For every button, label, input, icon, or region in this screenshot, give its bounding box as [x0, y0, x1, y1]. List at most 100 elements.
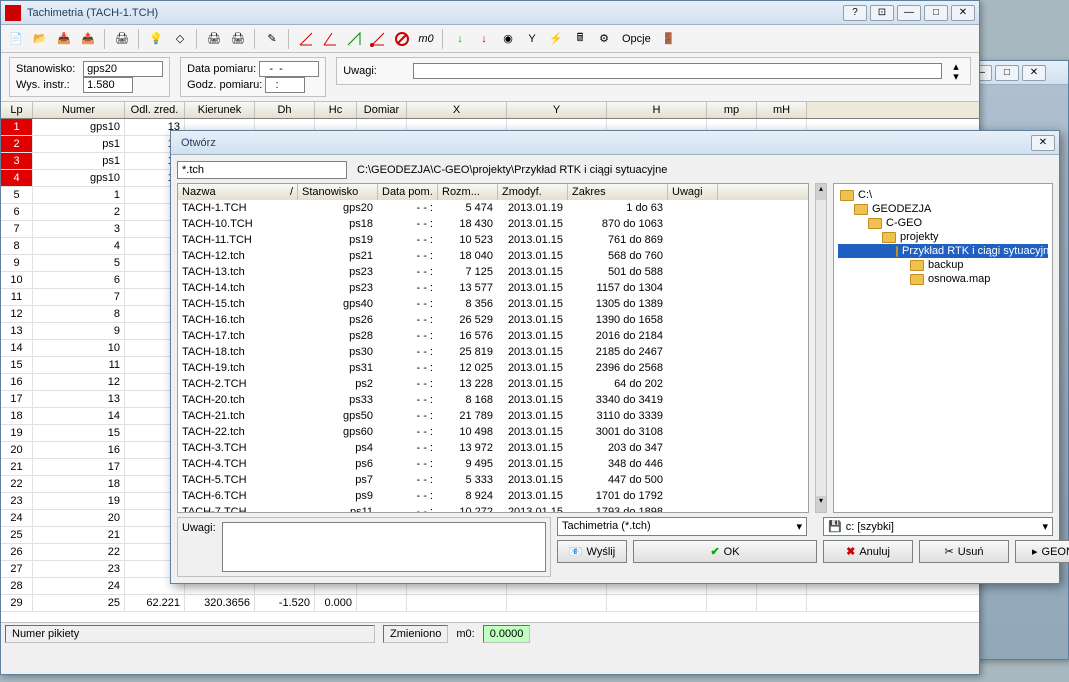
col-header[interactable]: mp [707, 102, 757, 118]
bulb-icon[interactable]: 💡 [145, 28, 167, 50]
pin-button[interactable]: ⊡ [870, 5, 894, 21]
dialog-close-button[interactable]: ✕ [1031, 135, 1055, 151]
file-row[interactable]: TACH-21.tchgps50- - :21 7892013.01.15311… [178, 408, 808, 424]
angle2-icon[interactable] [319, 28, 341, 50]
file-row[interactable]: TACH-17.tchps28- - :16 5762013.01.152016… [178, 328, 808, 344]
settings-icon[interactable]: ⚙ [593, 28, 615, 50]
file-list-scrollbar[interactable]: ▴ ▾ [815, 183, 827, 513]
printer2-icon[interactable]: 🖨 [203, 28, 225, 50]
filter-input[interactable] [177, 161, 347, 179]
dialog-titlebar[interactable]: Otwórz ✕ [171, 131, 1059, 155]
file-row[interactable]: TACH-20.tchps33- - :8 1682013.01.153340 … [178, 392, 808, 408]
col-header[interactable]: Domiar [357, 102, 407, 118]
file-col-header[interactable]: Stanowisko [298, 184, 378, 200]
filetype-combo[interactable]: Tachimetria (*.tch)▾ [557, 517, 807, 536]
sort-down-icon[interactable]: ↓ [449, 28, 471, 50]
file-row[interactable]: TACH-11.TCHps19- - :10 5232013.01.15761 … [178, 232, 808, 248]
maximize-button[interactable]: □ [924, 5, 948, 21]
target-icon[interactable]: ◉ [497, 28, 519, 50]
flash-icon[interactable]: ⚡ [545, 28, 567, 50]
angle3-icon[interactable] [343, 28, 365, 50]
file-col-header[interactable]: Zmodyf. [498, 184, 568, 200]
printer3-icon[interactable]: 🖨 [227, 28, 249, 50]
dialog-uwagi-input[interactable] [222, 522, 546, 572]
diamond-icon[interactable]: ◇ [169, 28, 191, 50]
uwagi-down-icon[interactable]: ▾ [948, 71, 964, 81]
file-row[interactable]: TACH-13.tchps23- - :7 1252013.01.15501 d… [178, 264, 808, 280]
col-header[interactable]: Hc [315, 102, 357, 118]
send-button[interactable]: 📧 Wyślij [557, 540, 627, 563]
tree-item[interactable]: osnowa.map [838, 272, 1048, 286]
sort-up-icon[interactable]: ↓ [473, 28, 495, 50]
file-row[interactable]: TACH-10.TCHps18- - :18 4302013.01.15870 … [178, 216, 808, 232]
delete-button[interactable]: ✂ Usuń [919, 540, 1009, 563]
col-header[interactable]: H [607, 102, 707, 118]
calc-icon[interactable]: 🖩 [569, 28, 591, 50]
uwagi-input[interactable] [413, 63, 942, 79]
col-header[interactable]: Lp [1, 102, 33, 118]
tree-item[interactable]: Przykład RTK i ciągi sytuacyjne [838, 244, 1048, 258]
file-row[interactable]: TACH-16.tchps26- - :26 5292013.01.151390… [178, 312, 808, 328]
col-header[interactable]: Odl. zred. [125, 102, 185, 118]
ok-button[interactable]: ✔ OK [633, 540, 817, 563]
new-icon[interactable]: 📄 [5, 28, 27, 50]
file-row[interactable]: TACH-2.TCHps2- - :13 2282013.01.1564 do … [178, 376, 808, 392]
file-col-header[interactable]: Rozm... [438, 184, 498, 200]
print-icon[interactable]: 🖨 [111, 28, 133, 50]
m0-icon[interactable]: m0 [415, 28, 437, 50]
angle1-icon[interactable] [295, 28, 317, 50]
fork-icon[interactable]: Y [521, 28, 543, 50]
file-row[interactable]: TACH-18.tchps30- - :25 8192013.01.152185… [178, 344, 808, 360]
file-row[interactable]: TACH-12.tchps21- - :18 0402013.01.15568 … [178, 248, 808, 264]
cancel-button[interactable]: ✖ Anuluj [823, 540, 913, 563]
pencil-icon[interactable]: ✎ [261, 28, 283, 50]
stanowisko-input[interactable] [83, 61, 163, 77]
file-col-header[interactable]: Uwagi [668, 184, 718, 200]
tree-item[interactable]: backup [838, 258, 1048, 272]
close-button[interactable]: ✕ [951, 5, 975, 21]
file-row[interactable]: TACH-14.tchps23- - :13 5772013.01.151157… [178, 280, 808, 296]
col-header[interactable]: Dh [255, 102, 315, 118]
col-header[interactable]: Kierunek [185, 102, 255, 118]
godz-input[interactable] [265, 77, 305, 93]
col-header[interactable]: mH [757, 102, 807, 118]
export-icon[interactable]: 📤 [77, 28, 99, 50]
help-button[interactable]: ? [843, 5, 867, 21]
file-row[interactable]: TACH-4.TCHps6- - :9 4952013.01.15348 do … [178, 456, 808, 472]
file-list[interactable]: Nazwa /StanowiskoData pom.Rozm...Zmodyf.… [177, 183, 809, 513]
wys-input[interactable] [83, 77, 133, 93]
col-header[interactable]: Numer [33, 102, 125, 118]
file-row[interactable]: TACH-5.TCHps7- - :5 3332013.01.15447 do … [178, 472, 808, 488]
file-row[interactable]: TACH-7.TCHps11- - :10 2722013.01.151793 … [178, 504, 808, 513]
folder-tree[interactable]: C:\GEODEZJAC-GEOprojektyPrzykład RTK i c… [833, 183, 1053, 513]
file-row[interactable]: TACH-1.TCHgps20- - :5 4742013.01.191 do … [178, 200, 808, 216]
bg-maximize[interactable]: □ [995, 65, 1019, 81]
no-entry-icon[interactable] [391, 28, 413, 50]
file-col-header[interactable]: Zakres [568, 184, 668, 200]
bg-close[interactable]: ✕ [1022, 65, 1046, 81]
file-row[interactable]: TACH-22.tchgps60- - :10 4982013.01.15300… [178, 424, 808, 440]
geonet-button[interactable]: ▸ GEONET [1015, 540, 1069, 563]
col-header[interactable]: Y [507, 102, 607, 118]
file-row[interactable]: TACH-6.TCHps9- - :8 9242013.01.151701 do… [178, 488, 808, 504]
open-icon[interactable]: 📂 [29, 28, 51, 50]
exit-icon[interactable]: 🚪 [658, 28, 680, 50]
file-col-header[interactable]: Nazwa / [178, 184, 298, 200]
tree-item[interactable]: projekty [838, 230, 1048, 244]
file-col-header[interactable]: Data pom. [378, 184, 438, 200]
main-titlebar[interactable]: Tachimetria (TACH-1.TCH) ? ⊡ — □ ✕ [1, 1, 979, 25]
col-header[interactable]: X [407, 102, 507, 118]
file-row[interactable]: TACH-15.tchgps40- - :8 3562013.01.151305… [178, 296, 808, 312]
tree-item[interactable]: GEODEZJA [838, 202, 1048, 216]
tree-item[interactable]: C-GEO [838, 216, 1048, 230]
minimize-button[interactable]: — [897, 5, 921, 21]
data-input[interactable] [259, 61, 319, 77]
angle4-icon[interactable] [367, 28, 389, 50]
opcje-button[interactable]: Opcje [617, 28, 656, 50]
file-row[interactable]: TACH-3.TCHps4- - :13 9722013.01.15203 do… [178, 440, 808, 456]
drive-combo[interactable]: 💾c: [szybki]▾ [823, 517, 1053, 536]
import-icon[interactable]: 📥 [53, 28, 75, 50]
file-row[interactable]: TACH-19.tchps31- - :12 0252013.01.152396… [178, 360, 808, 376]
table-row[interactable]: 292562.221320.3656-1.5200.000 [1, 595, 979, 612]
tree-item[interactable]: C:\ [838, 188, 1048, 202]
